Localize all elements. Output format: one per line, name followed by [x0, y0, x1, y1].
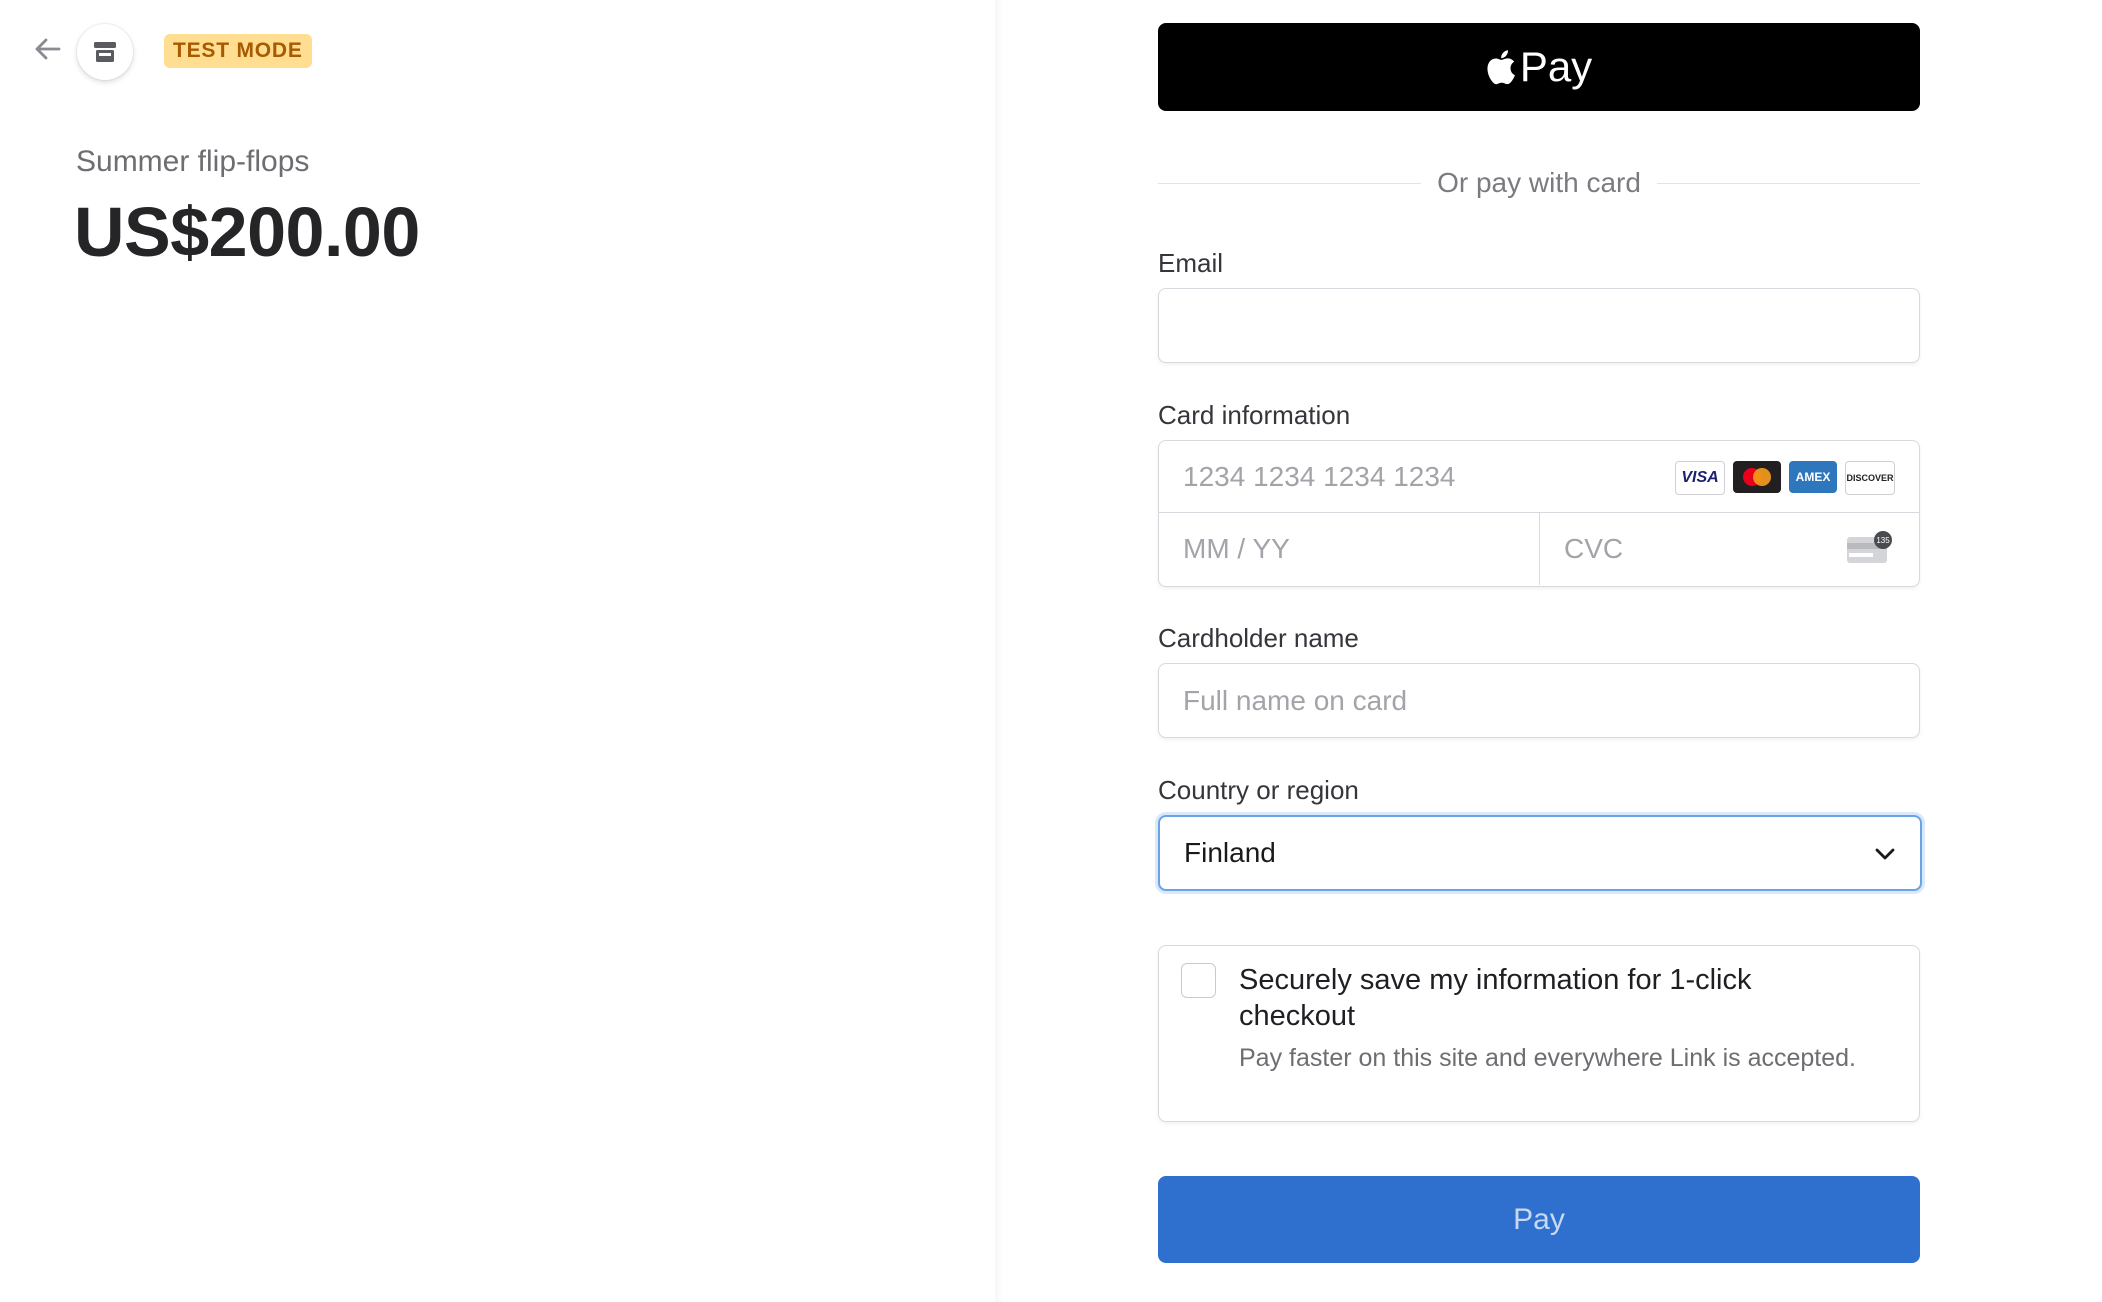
discover-icon: DISCOVER [1845, 461, 1895, 495]
pane-divider [995, 0, 1003, 1302]
apple-pay-button[interactable]: Pay [1158, 23, 1920, 111]
card-brand-icons: VISA AMEX DISCOVER [1675, 461, 1895, 495]
country-selected-value: Finland [1184, 837, 1276, 868]
save-info-checkbox[interactable] [1181, 963, 1216, 998]
visa-icon: VISA [1675, 461, 1725, 495]
cvc-hint-icon: 135 [1845, 531, 1895, 572]
product-name: Summer flip-flops [76, 145, 310, 178]
apple-pay-label: Pay [1519, 43, 1593, 90]
cardholder-name-label: Cardholder name [1158, 623, 1359, 653]
save-info-description: Pay faster on this site and everywhere L… [1239, 1044, 1856, 1072]
amex-icon: AMEX [1789, 461, 1837, 493]
save-info-box: Securely save my information for 1-click… [1158, 945, 1920, 1122]
chevron-down-icon[interactable] [1872, 841, 1898, 872]
pay-button[interactable]: Pay [1158, 1176, 1920, 1263]
card-expiry-input[interactable] [1159, 513, 1539, 585]
arrow-left-icon[interactable] [32, 34, 62, 64]
card-expiry-field[interactable] [1159, 513, 1540, 585]
product-price: US$200.00 [74, 193, 420, 271]
country-select[interactable]: Finland [1158, 815, 1922, 891]
country-label: Country or region [1158, 775, 1359, 805]
apple-logo-icon [1487, 50, 1515, 85]
order-summary-pane: TEST MODE Summer flip-flops US$200.00 [0, 0, 995, 1302]
email-input[interactable] [1159, 289, 1919, 362]
save-info-title: Securely save my information for 1-click… [1239, 964, 1752, 1032]
or-pay-with-card-divider: Or pay with card [1158, 165, 1921, 201]
card-information-field: VISA AMEX DISCOVER 135 [1158, 440, 1920, 587]
cardholder-name-field[interactable] [1158, 663, 1920, 738]
card-cvc-field[interactable]: 135 [1540, 513, 1919, 585]
cardholder-name-input[interactable] [1159, 664, 1919, 737]
mastercard-icon [1733, 461, 1781, 493]
divider-text: Or pay with card [1437, 167, 1641, 198]
svg-text:135: 135 [1876, 536, 1890, 545]
email-label: Email [1158, 248, 1224, 278]
storefront-icon[interactable] [77, 24, 133, 80]
card-number-field[interactable]: VISA AMEX DISCOVER [1159, 441, 1919, 513]
test-mode-badge: TEST MODE [164, 34, 312, 68]
card-information-label: Card information [1158, 400, 1351, 430]
email-field[interactable] [1158, 288, 1920, 363]
